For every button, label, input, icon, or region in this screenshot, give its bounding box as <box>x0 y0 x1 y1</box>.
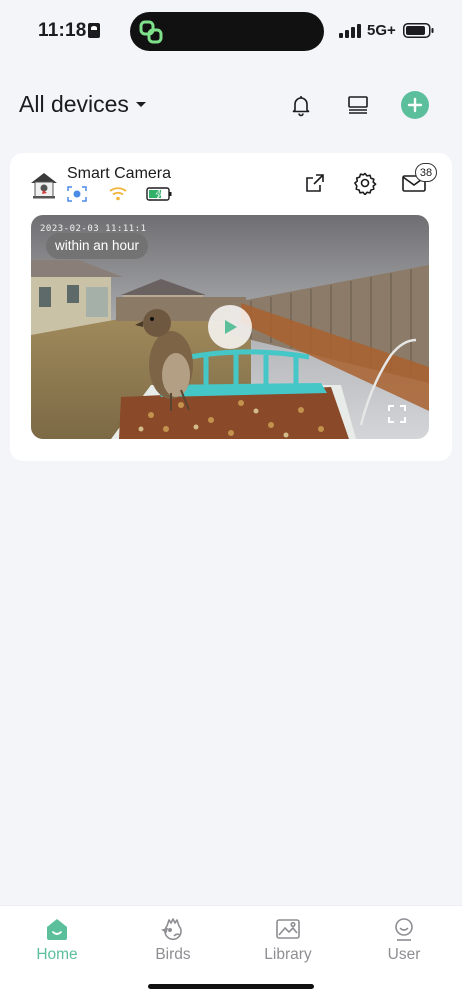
tab-home[interactable]: Home <box>17 916 97 970</box>
bird-icon <box>161 918 182 941</box>
device-name: Smart Camera <box>67 165 172 182</box>
share-button[interactable] <box>302 170 328 196</box>
message-count-badge: 38 <box>415 163 437 182</box>
add-icon <box>407 97 423 113</box>
gear-icon <box>354 172 377 195</box>
image-icon <box>276 919 300 939</box>
camera-preview[interactable]: 2023-02-03 11:11:1 within an hour <box>31 215 429 439</box>
tab-library[interactable]: Library <box>248 916 328 970</box>
link-app-icon <box>139 20 163 44</box>
status-bar: 11:18 5G+ <box>0 0 462 62</box>
battery-icon <box>403 23 434 38</box>
settings-button[interactable] <box>352 170 378 196</box>
user-icon <box>395 918 413 941</box>
play-icon <box>225 320 237 334</box>
notifications-button[interactable] <box>287 91 315 119</box>
bird-feeder-icon <box>31 173 57 199</box>
list-view-icon <box>348 96 368 114</box>
caret-down-icon <box>135 102 146 107</box>
add-device-button[interactable] <box>401 91 429 119</box>
contact-icon <box>88 23 100 38</box>
home-icon <box>47 919 67 940</box>
tab-birds[interactable]: Birds <box>133 916 213 970</box>
status-time: 11:18 <box>38 20 87 41</box>
fullscreen-icon[interactable] <box>388 405 406 423</box>
ai-camera-icon <box>67 186 87 202</box>
device-group-selector[interactable]: All devices <box>19 91 146 118</box>
network-label: 5G+ <box>367 22 396 39</box>
bell-icon <box>292 96 310 117</box>
battery-charging-icon <box>146 187 172 201</box>
play-button[interactable] <box>208 305 252 349</box>
share-icon <box>306 174 324 192</box>
snapshot-age-label: within an hour <box>46 233 149 259</box>
tab-library-label: Library <box>264 946 312 963</box>
tab-birds-label: Birds <box>155 946 191 963</box>
page-title: All devices <box>19 91 129 117</box>
signal-icon <box>339 24 361 38</box>
device-status-row <box>67 186 172 202</box>
tab-home-label: Home <box>36 946 78 963</box>
tab-user[interactable]: User <box>364 916 444 970</box>
home-indicator <box>148 984 314 989</box>
device-card[interactable]: Smart Camera 38 2023-02-03 11:11:1 withi… <box>10 153 452 461</box>
list-view-button[interactable] <box>344 91 372 119</box>
header: All devices <box>0 84 462 128</box>
wifi-icon <box>109 187 127 201</box>
tab-user-label: User <box>387 946 421 963</box>
dynamic-island <box>130 12 324 51</box>
